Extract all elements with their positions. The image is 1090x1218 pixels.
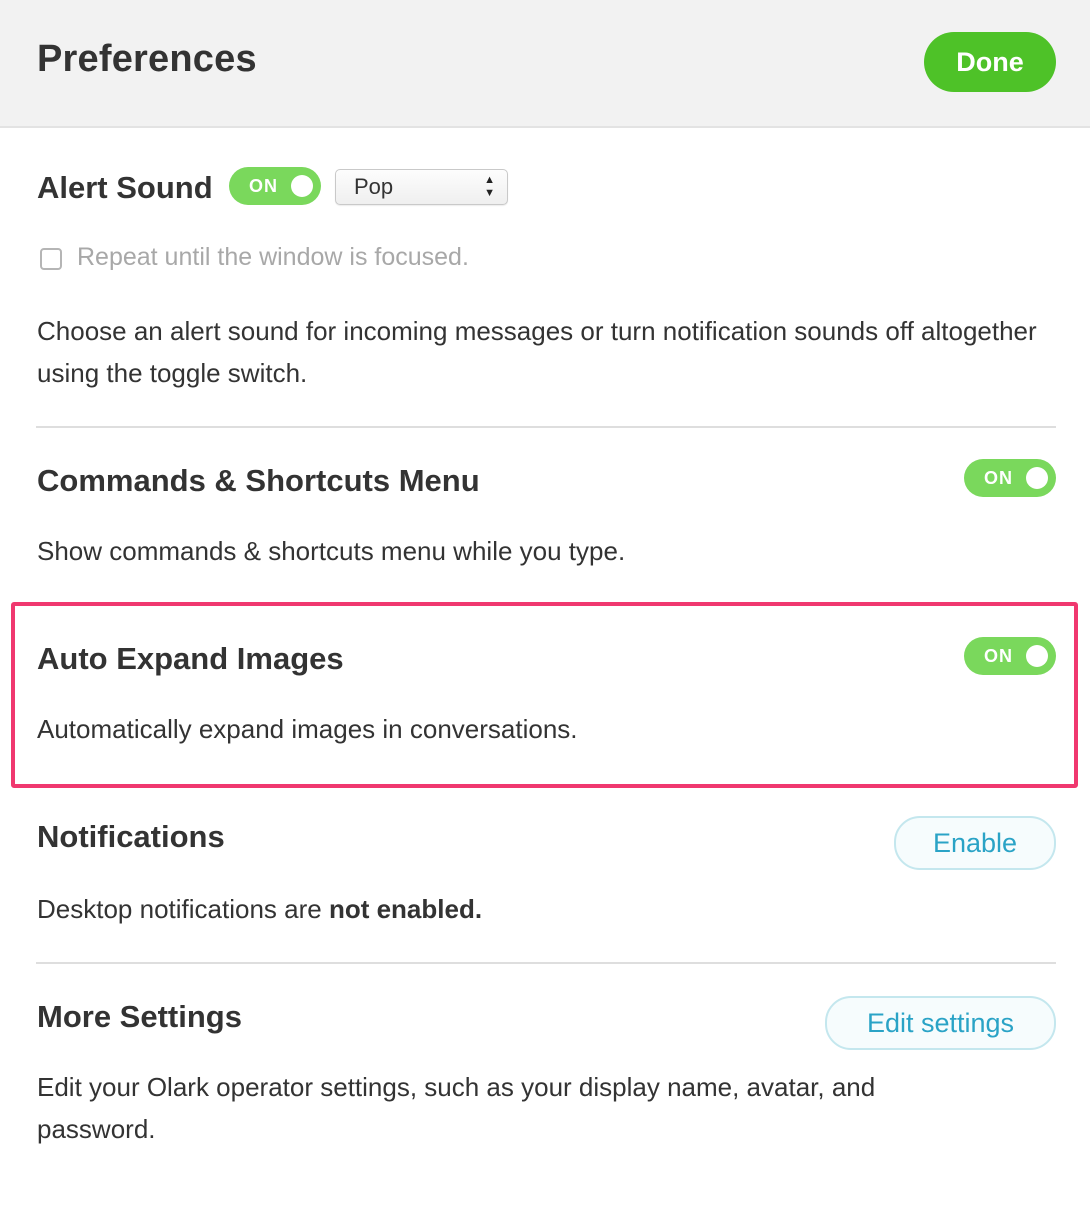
alert-sound-select[interactable]: Pop ▲ ▼ — [335, 169, 508, 205]
notifications-description: Desktop notifications are not enabled. — [37, 888, 482, 930]
alert-sound-title: Alert Sound — [37, 170, 213, 205]
page-title: Preferences — [37, 38, 257, 80]
more-settings-title: More Settings — [37, 999, 242, 1034]
auto-expand-toggle[interactable]: ON — [964, 637, 1056, 675]
alert-sound-toggle[interactable]: ON — [229, 167, 321, 205]
edit-settings-button[interactable]: Edit settings — [825, 996, 1056, 1050]
commands-description: Show commands & shortcuts menu while you… — [37, 536, 626, 566]
auto-expand-title: Auto Expand Images — [37, 641, 344, 676]
toggle-knob-icon — [291, 175, 313, 197]
commands-toggle[interactable]: ON — [964, 459, 1056, 497]
notifications-description-prefix: Desktop notifications are — [37, 894, 329, 924]
repeat-checkbox[interactable] — [40, 248, 62, 270]
auto-expand-description: Automatically expand images in conversat… — [37, 714, 578, 744]
notifications-status: not enabled. — [328, 894, 483, 924]
header-bar: Preferences Done — [0, 0, 1090, 128]
toggle-knob-icon — [1026, 645, 1048, 667]
highlight-frame — [11, 602, 1078, 788]
more-settings-description: Edit your Olark operator settings, such … — [37, 1072, 876, 1144]
done-button[interactable]: Done — [924, 32, 1056, 92]
repeat-checkbox-label: Repeat until the window is focused. — [77, 243, 469, 271]
alert-sound-toggle-label: ON — [249, 176, 278, 196]
auto-expand-toggle-label: ON — [984, 646, 1013, 666]
section-divider — [36, 426, 1056, 428]
up-down-arrows-icon: ▲ ▼ — [484, 174, 495, 199]
commands-title: Commands & Shortcuts Menu — [37, 463, 480, 498]
enable-notifications-button[interactable]: Enable — [894, 816, 1056, 870]
notifications-title: Notifications — [37, 819, 225, 854]
alert-sound-description: Choose an alert sound for incoming messa… — [37, 316, 1037, 388]
alert-sound-select-value: Pop — [354, 174, 394, 199]
section-divider — [36, 962, 1056, 964]
toggle-knob-icon — [1026, 467, 1048, 489]
commands-toggle-label: ON — [984, 468, 1013, 488]
